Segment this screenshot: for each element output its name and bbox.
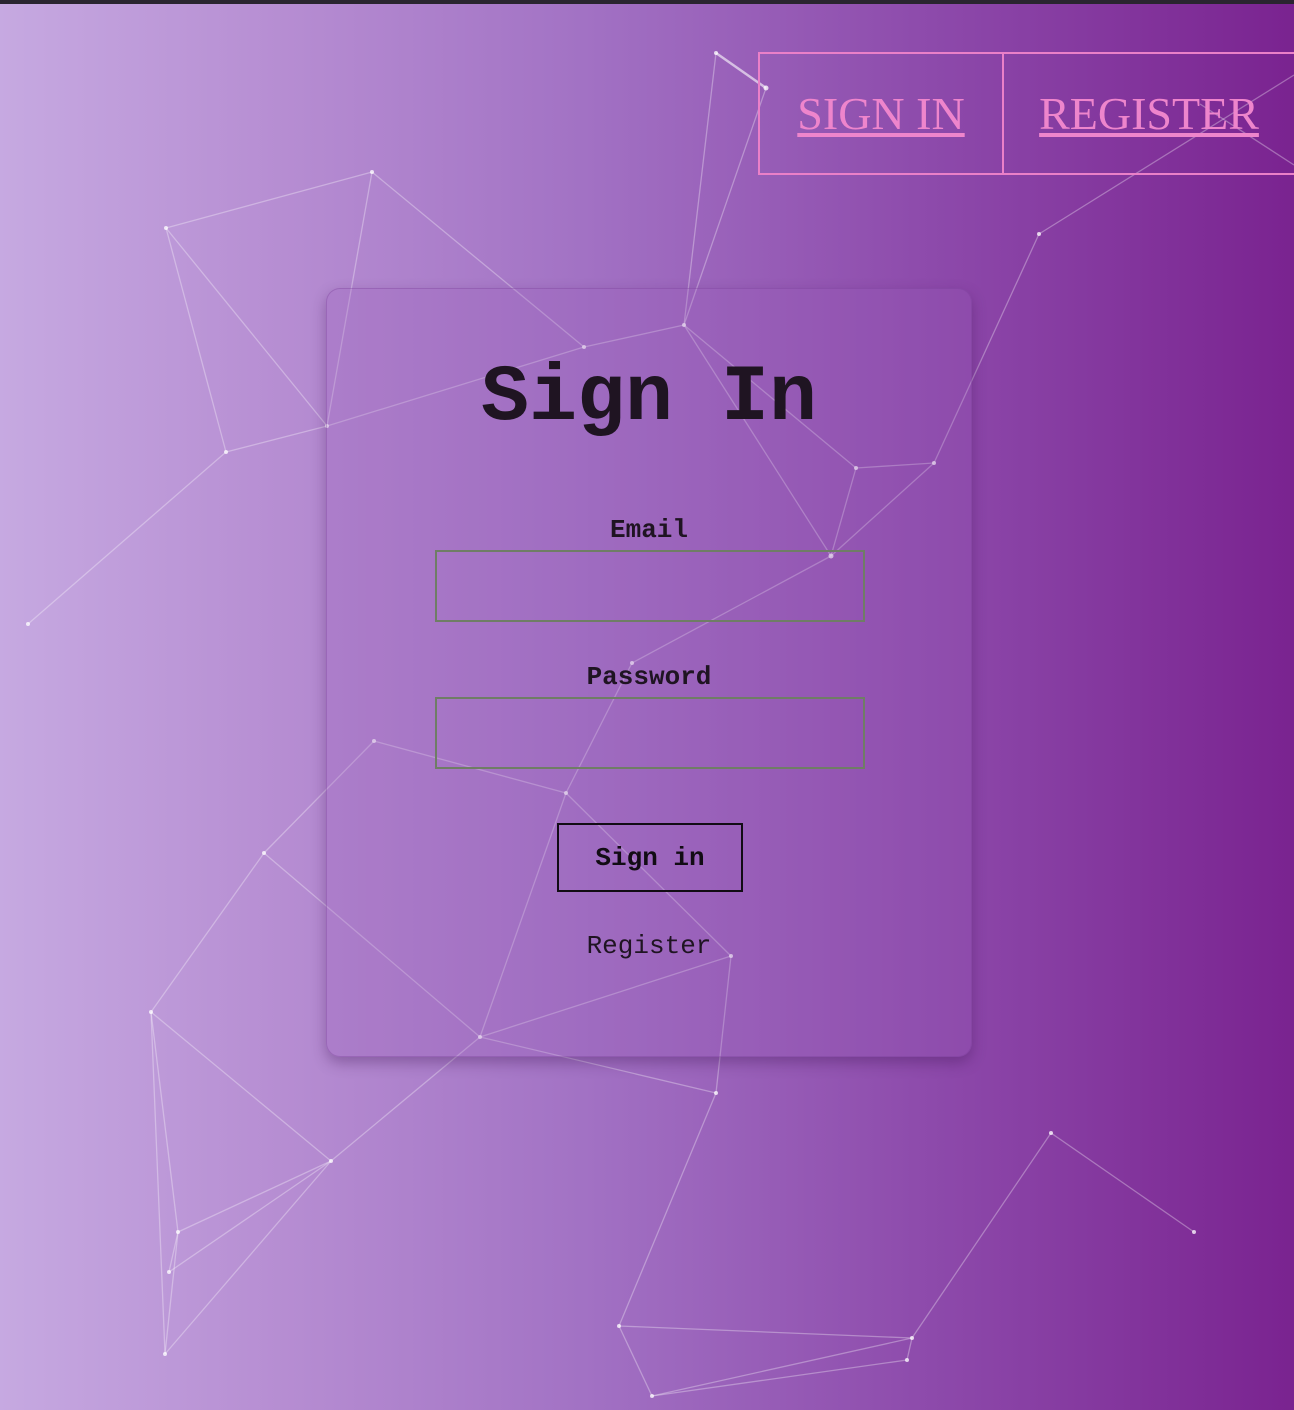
sign-in-card: Sign In Email Password Sign in Register (326, 288, 972, 1057)
page-title: Sign In (480, 353, 818, 444)
sign-in-button[interactable]: Sign in (557, 823, 743, 892)
email-field[interactable] (435, 550, 865, 622)
email-label: Email (609, 515, 688, 545)
password-field[interactable] (435, 697, 865, 769)
nav-sign-in-link[interactable]: SIGN IN (758, 52, 1002, 175)
top-bar (0, 0, 1294, 4)
register-link[interactable]: Register (327, 931, 971, 961)
password-label: Password (586, 662, 712, 692)
top-navigation: SIGN IN REGISTER (758, 52, 1294, 175)
nav-register-link[interactable]: REGISTER (1002, 52, 1294, 175)
